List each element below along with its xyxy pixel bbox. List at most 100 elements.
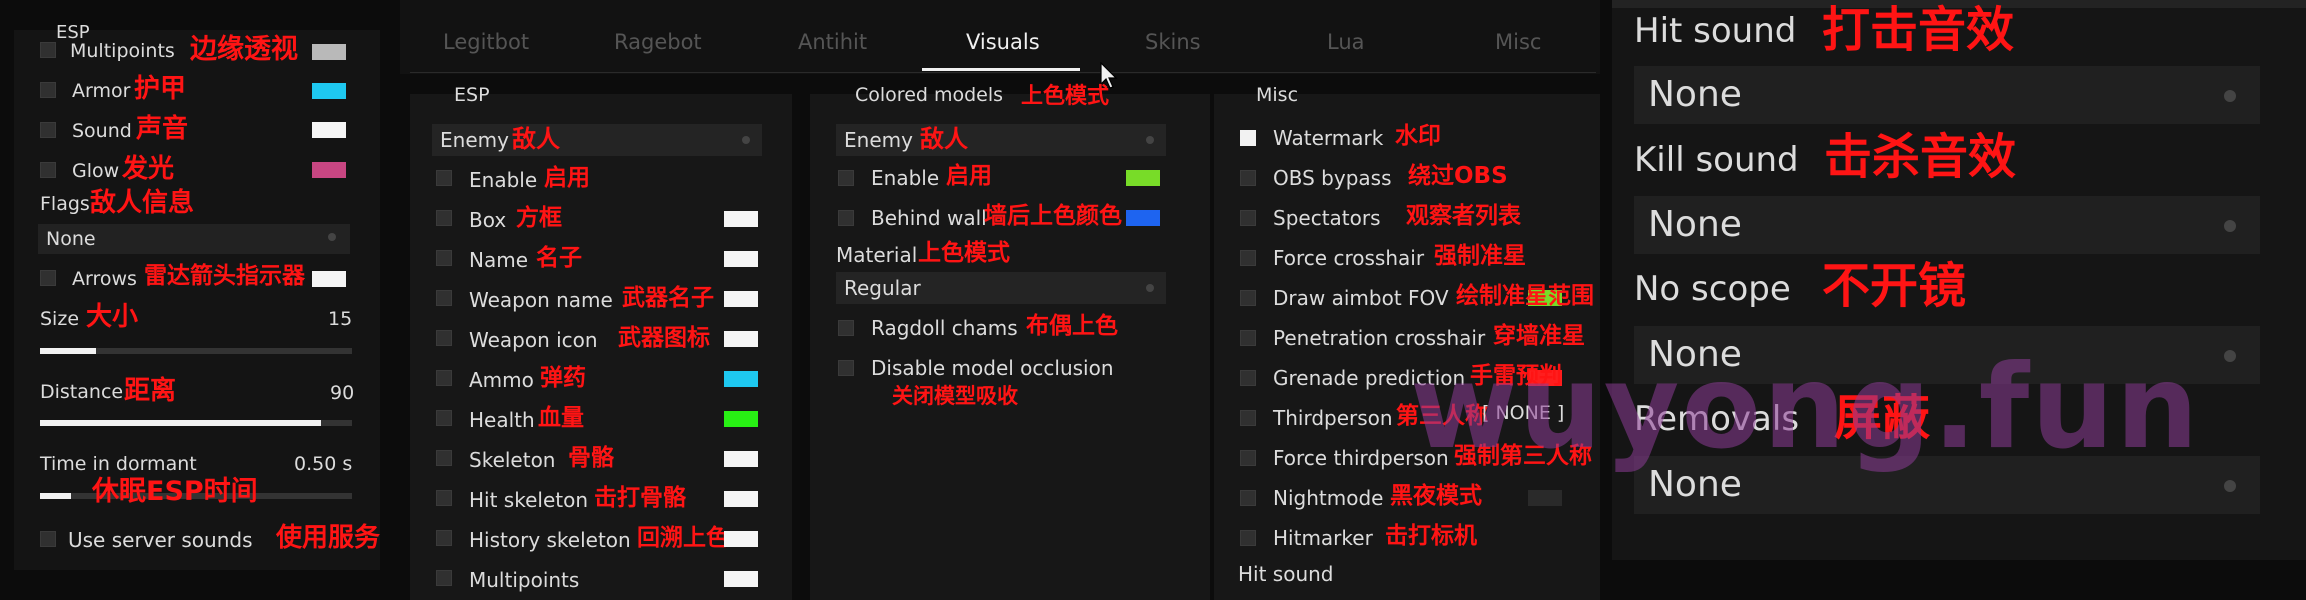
esp-weapon-icon-label: Weapon icon (469, 328, 598, 352)
spectators-checkbox[interactable] (1240, 210, 1256, 226)
misc-column-title: Misc (1256, 84, 1299, 106)
esp-skeleton-annotation: 骨骼 (568, 445, 614, 471)
colored-enable-color[interactable] (1126, 170, 1160, 186)
esp-health-checkbox[interactable] (436, 410, 452, 426)
glow-label: Glow (72, 160, 120, 182)
glow-checkbox[interactable] (40, 162, 56, 178)
esp-box-checkbox[interactable] (436, 210, 452, 226)
colored-enemy-annotation: 敌人 (920, 125, 968, 153)
esp-skeleton-label: Skeleton (469, 448, 556, 472)
hit-sound-dropdown-icon (2224, 90, 2236, 102)
esp-ammo-checkbox[interactable] (436, 370, 452, 386)
esp-history-skeleton-color[interactable] (724, 531, 758, 547)
esp-multipoints-checkbox[interactable] (436, 570, 452, 586)
force-crosshair-checkbox[interactable] (1240, 250, 1256, 266)
flags-dropdown-indicator-icon (328, 233, 336, 241)
esp-weapon-name-color[interactable] (724, 291, 758, 307)
arrows-checkbox[interactable] (40, 270, 56, 286)
tab-visuals[interactable]: Visuals (966, 32, 1040, 53)
sound-checkbox[interactable] (40, 122, 56, 138)
esp-enable-annotation: 启用 (544, 165, 590, 191)
esp-history-skeleton-checkbox[interactable] (436, 530, 452, 546)
spectators-annotation: 观察者列表 (1406, 203, 1521, 229)
server-sounds-checkbox[interactable] (40, 531, 56, 547)
spectators-label: Spectators (1273, 206, 1381, 230)
size-annotation: 大小 (86, 302, 139, 332)
esp-hit-skeleton-annotation: 击打骨骼 (594, 485, 686, 511)
esp-box-color[interactable] (724, 211, 758, 227)
esp-health-label: Health (469, 408, 535, 432)
esp-ammo-color[interactable] (724, 371, 758, 387)
material-dropdown[interactable]: Regular (836, 272, 1166, 304)
esp-weapon-name-label: Weapon name (469, 288, 613, 312)
behind-wall-color[interactable] (1126, 210, 1160, 226)
esp-multipoints-color[interactable] (724, 571, 758, 587)
ragdoll-chams-checkbox[interactable] (838, 320, 854, 336)
colored-enable-checkbox[interactable] (838, 170, 854, 186)
grenade-prediction-checkbox[interactable] (1240, 370, 1256, 386)
tab-misc[interactable]: Misc (1495, 32, 1541, 53)
hit-sound-dropdown[interactable]: None (1634, 66, 2260, 124)
esp-weapon-icon-checkbox[interactable] (436, 330, 452, 346)
tab-ragebot[interactable]: Ragebot (614, 32, 702, 53)
esp-hit-skeleton-color[interactable] (724, 491, 758, 507)
esp-name-color[interactable] (724, 251, 758, 267)
esp-weapon-icon-color[interactable] (724, 331, 758, 347)
size-value: 15 (328, 308, 353, 330)
site-watermark: wuyong.fun (1410, 340, 2201, 475)
hitmarker-label: Hitmarker (1273, 526, 1373, 550)
nightmode-color[interactable] (1528, 490, 1562, 506)
penetration-crosshair-checkbox[interactable] (1240, 330, 1256, 346)
size-slider[interactable] (40, 348, 352, 354)
obs-bypass-checkbox[interactable] (1240, 170, 1256, 186)
esp-skeleton-color[interactable] (724, 451, 758, 467)
colored-enable-label: Enable (871, 166, 940, 190)
esp-health-color[interactable] (724, 411, 758, 427)
nightmode-checkbox[interactable] (1240, 490, 1256, 506)
arrows-color[interactable] (312, 271, 346, 287)
armor-label: Armor (72, 80, 131, 102)
hitmarker-annotation: 击打标机 (1385, 523, 1477, 549)
thirdperson-checkbox[interactable] (1240, 410, 1256, 426)
arrows-label: Arrows (72, 268, 137, 290)
behind-wall-checkbox[interactable] (838, 210, 854, 226)
esp-box-annotation: 方框 (516, 205, 562, 231)
esp-enable-checkbox[interactable] (436, 170, 452, 186)
tab-legitbot[interactable]: Legitbot (443, 32, 529, 53)
distance-annotation: 距离 (124, 376, 177, 406)
multipoints-label: Multipoints (70, 40, 175, 62)
dormant-annotation: 休眠ESP时间 (92, 476, 258, 507)
esp-hit-skeleton-checkbox[interactable] (436, 490, 452, 506)
esp-weapon-name-checkbox[interactable] (436, 290, 452, 306)
esp-enemy-selector[interactable]: Enemy 敌人 (432, 124, 762, 156)
force-thirdperson-checkbox[interactable] (1240, 450, 1256, 466)
esp-name-checkbox[interactable] (436, 250, 452, 266)
multipoints-color[interactable] (312, 44, 346, 60)
glow-color[interactable] (312, 162, 346, 178)
flags-dropdown[interactable]: None (38, 224, 350, 254)
tab-antihit[interactable]: Antihit (798, 32, 867, 53)
aimbot-fov-checkbox[interactable] (1240, 290, 1256, 306)
watermark-checkbox[interactable] (1240, 130, 1256, 146)
esp-enemy-dropdown-icon (742, 136, 750, 144)
material-annotation: 上色模式 (918, 240, 1010, 266)
tab-visuals-underline (922, 68, 1080, 71)
no-scope-annotation: 不开镜 (1822, 258, 1967, 314)
armor-checkbox[interactable] (40, 82, 56, 98)
colored-enemy-dropdown-icon (1146, 136, 1154, 144)
colored-enemy-selector[interactable]: Enemy 敌人 (836, 124, 1166, 156)
tab-skins[interactable]: Skins (1145, 32, 1201, 53)
esp-skeleton-checkbox[interactable] (436, 450, 452, 466)
sound-label: Sound (72, 120, 132, 142)
dormant-slider-fill (40, 493, 72, 499)
hitmarker-checkbox[interactable] (1240, 530, 1256, 546)
multipoints-checkbox[interactable] (40, 42, 56, 58)
material-value: Regular (844, 276, 921, 300)
flags-annotation: 敌人信息 (90, 188, 195, 218)
model-occlusion-checkbox[interactable] (838, 360, 854, 376)
armor-color[interactable] (312, 83, 346, 99)
kill-sound-dropdown[interactable]: None (1634, 196, 2260, 254)
sound-color[interactable] (312, 122, 346, 138)
distance-slider[interactable] (40, 420, 352, 426)
tab-lua[interactable]: Lua (1327, 32, 1365, 53)
